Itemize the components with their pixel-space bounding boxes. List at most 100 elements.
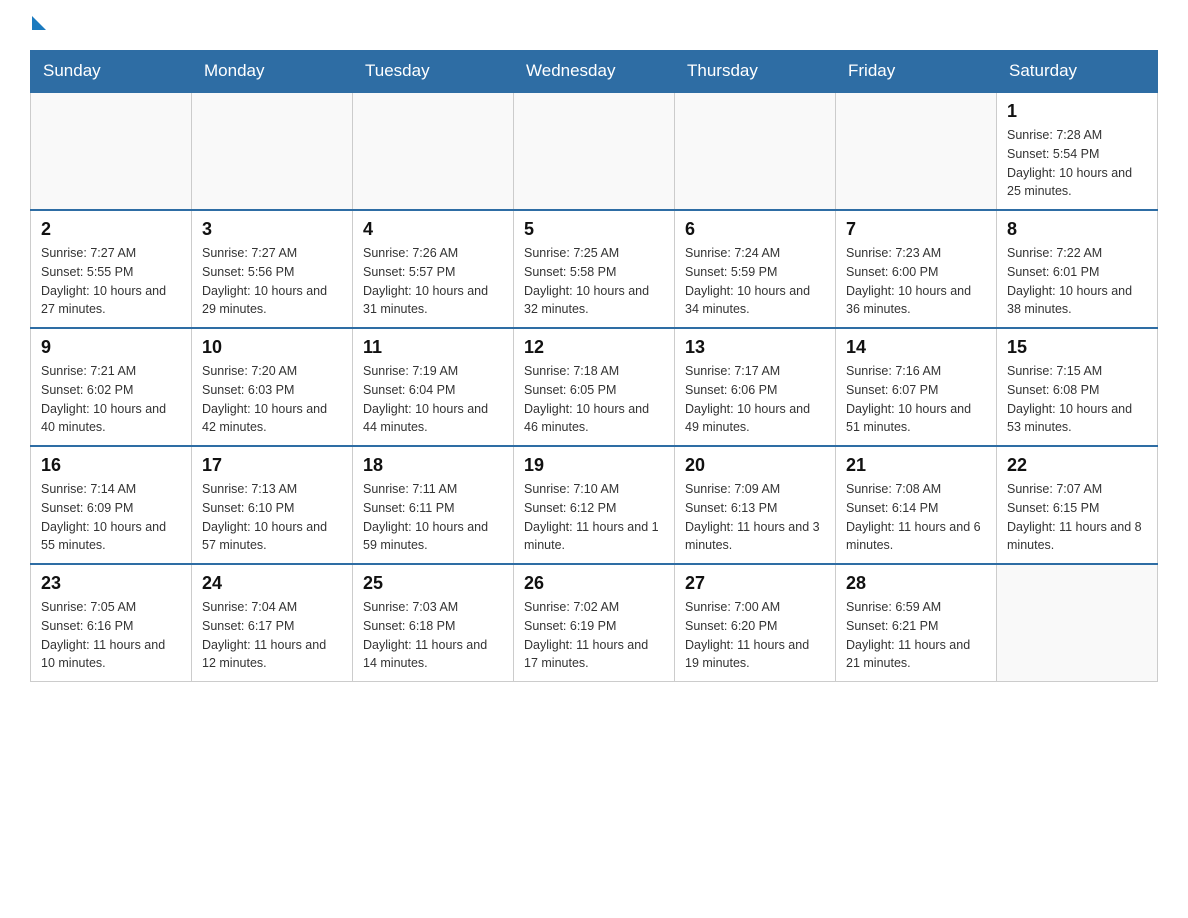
- day-number: 12: [524, 337, 664, 358]
- day-info: Sunrise: 7:26 AM Sunset: 5:57 PM Dayligh…: [363, 244, 503, 319]
- day-info: Sunrise: 7:11 AM Sunset: 6:11 PM Dayligh…: [363, 480, 503, 555]
- day-number: 28: [846, 573, 986, 594]
- calendar-cell: [353, 92, 514, 210]
- day-info: Sunrise: 7:24 AM Sunset: 5:59 PM Dayligh…: [685, 244, 825, 319]
- day-info: Sunrise: 7:14 AM Sunset: 6:09 PM Dayligh…: [41, 480, 181, 555]
- day-number: 7: [846, 219, 986, 240]
- day-number: 1: [1007, 101, 1147, 122]
- weekday-header-row: SundayMondayTuesdayWednesdayThursdayFrid…: [31, 51, 1158, 93]
- weekday-header-tuesday: Tuesday: [353, 51, 514, 93]
- day-number: 13: [685, 337, 825, 358]
- calendar-cell: 22 Sunrise: 7:07 AM Sunset: 6:15 PM Dayli…: [997, 446, 1158, 564]
- calendar-cell: 28 Sunrise: 6:59 AM Sunset: 6:21 PM Dayli…: [836, 564, 997, 682]
- day-info: Sunrise: 7:05 AM Sunset: 6:16 PM Dayligh…: [41, 598, 181, 673]
- day-number: 2: [41, 219, 181, 240]
- calendar-cell: 21 Sunrise: 7:08 AM Sunset: 6:14 PM Dayli…: [836, 446, 997, 564]
- day-info: Sunrise: 7:27 AM Sunset: 5:55 PM Dayligh…: [41, 244, 181, 319]
- day-number: 27: [685, 573, 825, 594]
- calendar-cell: 3 Sunrise: 7:27 AM Sunset: 5:56 PM Daylig…: [192, 210, 353, 328]
- calendar-cell: 1Sunrise: 7:28 AM Sunset: 5:54 PM Daylig…: [997, 92, 1158, 210]
- weekday-header-thursday: Thursday: [675, 51, 836, 93]
- calendar-cell: 13 Sunrise: 7:17 AM Sunset: 6:06 PM Dayli…: [675, 328, 836, 446]
- day-info: Sunrise: 7:15 AM Sunset: 6:08 PM Dayligh…: [1007, 362, 1147, 437]
- calendar-cell: 14 Sunrise: 7:16 AM Sunset: 6:07 PM Dayli…: [836, 328, 997, 446]
- day-number: 21: [846, 455, 986, 476]
- day-info: Sunrise: 7:19 AM Sunset: 6:04 PM Dayligh…: [363, 362, 503, 437]
- calendar-cell: 4 Sunrise: 7:26 AM Sunset: 5:57 PM Daylig…: [353, 210, 514, 328]
- weekday-header-friday: Friday: [836, 51, 997, 93]
- day-number: 22: [1007, 455, 1147, 476]
- day-number: 3: [202, 219, 342, 240]
- day-number: 19: [524, 455, 664, 476]
- week-row-2: 2 Sunrise: 7:27 AM Sunset: 5:55 PM Daylig…: [31, 210, 1158, 328]
- day-number: 11: [363, 337, 503, 358]
- weekday-header-sunday: Sunday: [31, 51, 192, 93]
- page-header: [30, 20, 1158, 30]
- day-info: Sunrise: 7:21 AM Sunset: 6:02 PM Dayligh…: [41, 362, 181, 437]
- calendar-cell: 24 Sunrise: 7:04 AM Sunset: 6:17 PM Dayli…: [192, 564, 353, 682]
- day-number: 25: [363, 573, 503, 594]
- calendar-table: SundayMondayTuesdayWednesdayThursdayFrid…: [30, 50, 1158, 682]
- calendar-cell: 5 Sunrise: 7:25 AM Sunset: 5:58 PM Daylig…: [514, 210, 675, 328]
- weekday-header-wednesday: Wednesday: [514, 51, 675, 93]
- calendar-cell: 6 Sunrise: 7:24 AM Sunset: 5:59 PM Daylig…: [675, 210, 836, 328]
- day-info: Sunrise: 7:02 AM Sunset: 6:19 PM Dayligh…: [524, 598, 664, 673]
- day-info: Sunrise: 7:16 AM Sunset: 6:07 PM Dayligh…: [846, 362, 986, 437]
- calendar-cell: 11 Sunrise: 7:19 AM Sunset: 6:04 PM Dayli…: [353, 328, 514, 446]
- day-info: Sunrise: 7:04 AM Sunset: 6:17 PM Dayligh…: [202, 598, 342, 673]
- calendar-cell: 25 Sunrise: 7:03 AM Sunset: 6:18 PM Dayli…: [353, 564, 514, 682]
- weekday-header-monday: Monday: [192, 51, 353, 93]
- day-number: 17: [202, 455, 342, 476]
- calendar-cell: [836, 92, 997, 210]
- calendar-cell: 26 Sunrise: 7:02 AM Sunset: 6:19 PM Dayli…: [514, 564, 675, 682]
- day-number: 24: [202, 573, 342, 594]
- day-info: Sunrise: 7:03 AM Sunset: 6:18 PM Dayligh…: [363, 598, 503, 673]
- day-info: Sunrise: 7:18 AM Sunset: 6:05 PM Dayligh…: [524, 362, 664, 437]
- calendar-cell: [514, 92, 675, 210]
- calendar-cell: 27Sunrise: 7:00 AM Sunset: 6:20 PM Dayli…: [675, 564, 836, 682]
- day-number: 4: [363, 219, 503, 240]
- calendar-cell: 23 Sunrise: 7:05 AM Sunset: 6:16 PM Dayli…: [31, 564, 192, 682]
- day-number: 14: [846, 337, 986, 358]
- day-number: 9: [41, 337, 181, 358]
- day-info: Sunrise: 7:23 AM Sunset: 6:00 PM Dayligh…: [846, 244, 986, 319]
- day-number: 15: [1007, 337, 1147, 358]
- day-number: 5: [524, 219, 664, 240]
- week-row-5: 23 Sunrise: 7:05 AM Sunset: 6:16 PM Dayli…: [31, 564, 1158, 682]
- calendar-cell: [675, 92, 836, 210]
- day-info: Sunrise: 7:25 AM Sunset: 5:58 PM Dayligh…: [524, 244, 664, 319]
- calendar-cell: 9 Sunrise: 7:21 AM Sunset: 6:02 PM Daylig…: [31, 328, 192, 446]
- week-row-4: 16 Sunrise: 7:14 AM Sunset: 6:09 PM Dayli…: [31, 446, 1158, 564]
- calendar-cell: 2 Sunrise: 7:27 AM Sunset: 5:55 PM Daylig…: [31, 210, 192, 328]
- day-number: 8: [1007, 219, 1147, 240]
- calendar-cell: [31, 92, 192, 210]
- calendar-cell: 18 Sunrise: 7:11 AM Sunset: 6:11 PM Dayli…: [353, 446, 514, 564]
- calendar-cell: 8Sunrise: 7:22 AM Sunset: 6:01 PM Daylig…: [997, 210, 1158, 328]
- logo-arrow-icon: [32, 16, 46, 30]
- week-row-1: 1Sunrise: 7:28 AM Sunset: 5:54 PM Daylig…: [31, 92, 1158, 210]
- day-number: 18: [363, 455, 503, 476]
- week-row-3: 9 Sunrise: 7:21 AM Sunset: 6:02 PM Daylig…: [31, 328, 1158, 446]
- calendar-cell: [192, 92, 353, 210]
- day-info: Sunrise: 7:17 AM Sunset: 6:06 PM Dayligh…: [685, 362, 825, 437]
- calendar-cell: [997, 564, 1158, 682]
- day-number: 6: [685, 219, 825, 240]
- day-info: Sunrise: 7:08 AM Sunset: 6:14 PM Dayligh…: [846, 480, 986, 555]
- calendar-cell: 16 Sunrise: 7:14 AM Sunset: 6:09 PM Dayli…: [31, 446, 192, 564]
- day-number: 26: [524, 573, 664, 594]
- day-info: Sunrise: 7:20 AM Sunset: 6:03 PM Dayligh…: [202, 362, 342, 437]
- weekday-header-saturday: Saturday: [997, 51, 1158, 93]
- day-number: 20: [685, 455, 825, 476]
- day-number: 16: [41, 455, 181, 476]
- calendar-cell: 12 Sunrise: 7:18 AM Sunset: 6:05 PM Dayli…: [514, 328, 675, 446]
- day-info: Sunrise: 7:07 AM Sunset: 6:15 PM Dayligh…: [1007, 480, 1147, 555]
- day-info: Sunrise: 7:27 AM Sunset: 5:56 PM Dayligh…: [202, 244, 342, 319]
- day-info: Sunrise: 7:10 AM Sunset: 6:12 PM Dayligh…: [524, 480, 664, 555]
- calendar-cell: 17Sunrise: 7:13 AM Sunset: 6:10 PM Dayli…: [192, 446, 353, 564]
- day-number: 23: [41, 573, 181, 594]
- day-info: Sunrise: 6:59 AM Sunset: 6:21 PM Dayligh…: [846, 598, 986, 673]
- calendar-cell: 10 Sunrise: 7:20 AM Sunset: 6:03 PM Dayli…: [192, 328, 353, 446]
- day-number: 10: [202, 337, 342, 358]
- logo: [30, 20, 48, 30]
- calendar-cell: 19 Sunrise: 7:10 AM Sunset: 6:12 PM Dayli…: [514, 446, 675, 564]
